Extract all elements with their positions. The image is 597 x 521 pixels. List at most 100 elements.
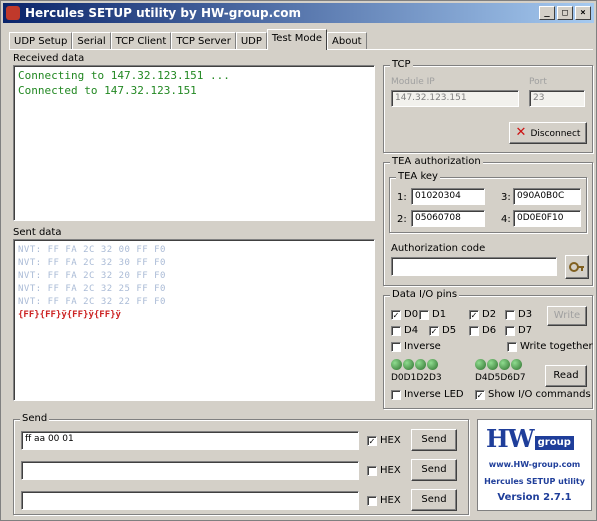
sent-line: NVT: FF FA 2C 32 25 FF F0 bbox=[18, 284, 166, 294]
led-labels-a: D0D1D2D3 bbox=[391, 373, 442, 383]
received-data-area[interactable]: Connecting to 147.32.123.151 ... Connect… bbox=[13, 65, 375, 221]
tab-udp-setup[interactable]: UDP Setup bbox=[9, 32, 73, 50]
send-group-title: Send bbox=[20, 413, 50, 424]
send-input-2[interactable] bbox=[21, 461, 359, 480]
received-data-label: Received data bbox=[13, 53, 85, 64]
checkbox-box bbox=[505, 325, 515, 336]
tab-test-mode[interactable]: Test Mode bbox=[266, 29, 328, 50]
pin-d0-label: D0 bbox=[404, 309, 419, 320]
tea-key-4-label: 4: bbox=[501, 214, 511, 225]
led-labels-b: D4D5D6D7 bbox=[475, 373, 526, 383]
pin-d7-checkbox[interactable]: D7 bbox=[505, 325, 532, 336]
product-name: Hercules SETUP utility bbox=[484, 477, 585, 486]
send-button-3[interactable]: Send bbox=[411, 489, 457, 511]
send-button-2[interactable]: Send bbox=[411, 459, 457, 481]
hex-checkbox-1[interactable]: ✓ HEX bbox=[367, 435, 401, 446]
pin-d6-checkbox[interactable]: D6 bbox=[469, 325, 496, 336]
pin-d3-checkbox[interactable]: D3 bbox=[505, 309, 532, 320]
tea-key-3-field[interactable]: 090A0B0C bbox=[513, 188, 581, 205]
inverse-led-checkbox[interactable]: Inverse LED bbox=[391, 389, 464, 400]
led-d2-icon bbox=[415, 359, 426, 370]
port-field[interactable]: 23 bbox=[529, 90, 585, 107]
led-row-a bbox=[391, 359, 439, 370]
led-d3-icon bbox=[427, 359, 438, 370]
port-label: Port bbox=[529, 77, 547, 87]
hex-label-3: HEX bbox=[380, 495, 401, 506]
checkbox-box bbox=[391, 325, 401, 336]
inverse-checkbox[interactable]: Inverse bbox=[391, 341, 441, 352]
tea-key-4-field[interactable]: 0D0E0F10 bbox=[513, 210, 581, 227]
brand-group: group bbox=[534, 436, 574, 450]
pin-d2-label: D2 bbox=[482, 309, 497, 320]
received-line: Connected to 147.32.123.151 bbox=[18, 84, 197, 97]
tab-about[interactable]: About bbox=[327, 32, 367, 50]
tab-tcp-client[interactable]: TCP Client bbox=[110, 32, 172, 50]
sent-data-label: Sent data bbox=[13, 227, 62, 238]
window-title: Hercules SETUP utility by HW-group.com bbox=[25, 6, 302, 20]
tea-key-2-field[interactable]: 05060708 bbox=[411, 210, 485, 227]
pin-d1-checkbox[interactable]: D1 bbox=[419, 309, 446, 320]
checkbox-box bbox=[419, 309, 429, 320]
checkmark-icon: ✓ bbox=[391, 309, 401, 320]
send-input-3[interactable] bbox=[21, 491, 359, 510]
pin-d2-checkbox[interactable]: ✓ D2 bbox=[469, 309, 496, 320]
led-d4-icon bbox=[475, 359, 486, 370]
auth-code-field[interactable] bbox=[391, 257, 557, 276]
hw-group-logo[interactable]: HW group www.HW-group.com Hercules SETUP… bbox=[477, 419, 592, 511]
tab-bar: UDP Setup Serial TCP Client TCP Server U… bbox=[9, 29, 367, 50]
led-d0-icon bbox=[391, 359, 402, 370]
close-x-icon: ✕ bbox=[515, 125, 527, 140]
led-d7-icon bbox=[511, 359, 522, 370]
pin-d3-label: D3 bbox=[518, 309, 533, 320]
sent-line-last: {FF}{FF}ÿ{FF}ÿ{FF}ÿ bbox=[18, 310, 121, 320]
brand-mark: HW group bbox=[486, 426, 574, 452]
received-line: Connecting to 147.32.123.151 ... bbox=[18, 69, 230, 82]
write-together-checkbox[interactable]: Write together bbox=[507, 341, 593, 352]
led-d1-icon bbox=[403, 359, 414, 370]
hex-label-2: HEX bbox=[380, 465, 401, 476]
read-button[interactable]: Read bbox=[545, 365, 587, 387]
inverse-led-label: Inverse LED bbox=[404, 389, 464, 400]
generate-auth-button[interactable] bbox=[565, 255, 589, 279]
tab-tcp-server[interactable]: TCP Server bbox=[171, 32, 236, 50]
pin-d5-checkbox[interactable]: ✓ D5 bbox=[429, 325, 456, 336]
checkmark-icon: ✓ bbox=[475, 389, 485, 400]
tab-udp[interactable]: UDP bbox=[235, 32, 267, 50]
checkbox-box bbox=[391, 389, 401, 400]
tab-serial[interactable]: Serial bbox=[72, 32, 111, 50]
checkbox-box bbox=[469, 325, 479, 336]
tcp-group-title: TCP bbox=[390, 59, 413, 70]
maximize-button[interactable]: □ bbox=[557, 6, 573, 20]
send-button-1[interactable]: Send bbox=[411, 429, 457, 451]
disconnect-button[interactable]: ✕ Disconnect bbox=[509, 122, 587, 144]
pin-d4-checkbox[interactable]: D4 bbox=[391, 325, 418, 336]
hex-label-1: HEX bbox=[380, 435, 401, 446]
module-ip-label: Module IP bbox=[391, 77, 435, 87]
pin-d0-checkbox[interactable]: ✓ D0 bbox=[391, 309, 418, 320]
checkbox-box bbox=[391, 341, 401, 352]
hex-checkbox-3[interactable]: HEX bbox=[367, 495, 401, 506]
module-ip-field[interactable]: 147.32.123.151 bbox=[391, 90, 519, 107]
pin-d5-label: D5 bbox=[442, 325, 457, 336]
show-io-checkbox[interactable]: ✓ Show I/O commands bbox=[475, 389, 591, 400]
checkbox-box bbox=[367, 495, 377, 506]
tea-key-3-label: 3: bbox=[501, 192, 511, 203]
key-icon bbox=[569, 262, 584, 272]
close-button[interactable]: × bbox=[575, 6, 591, 20]
hex-checkbox-2[interactable]: HEX bbox=[367, 465, 401, 476]
sent-line: NVT: FF FA 2C 32 22 FF F0 bbox=[18, 297, 166, 307]
sent-data-area[interactable]: NVT: FF FA 2C 32 00 FF F0 NVT: FF FA 2C … bbox=[13, 239, 375, 401]
write-button[interactable]: Write bbox=[547, 306, 587, 326]
tea-key-2-label: 2: bbox=[397, 214, 407, 225]
checkmark-icon: ✓ bbox=[429, 325, 439, 336]
minimize-button[interactable]: _ bbox=[539, 6, 555, 20]
auth-code-label: Authorization code bbox=[391, 243, 486, 254]
title-bar[interactable]: Hercules SETUP utility by HW-group.com _… bbox=[3, 3, 594, 23]
app-window: Hercules SETUP utility by HW-group.com _… bbox=[0, 0, 597, 521]
tea-key-1-field[interactable]: 01020304 bbox=[411, 188, 485, 205]
pin-d1-label: D1 bbox=[432, 309, 447, 320]
tea-key-title: TEA key bbox=[396, 171, 440, 182]
pin-d6-label: D6 bbox=[482, 325, 497, 336]
tea-key-1-label: 1: bbox=[397, 192, 407, 203]
send-input-1[interactable]: ff aa 00 01 bbox=[21, 431, 359, 450]
